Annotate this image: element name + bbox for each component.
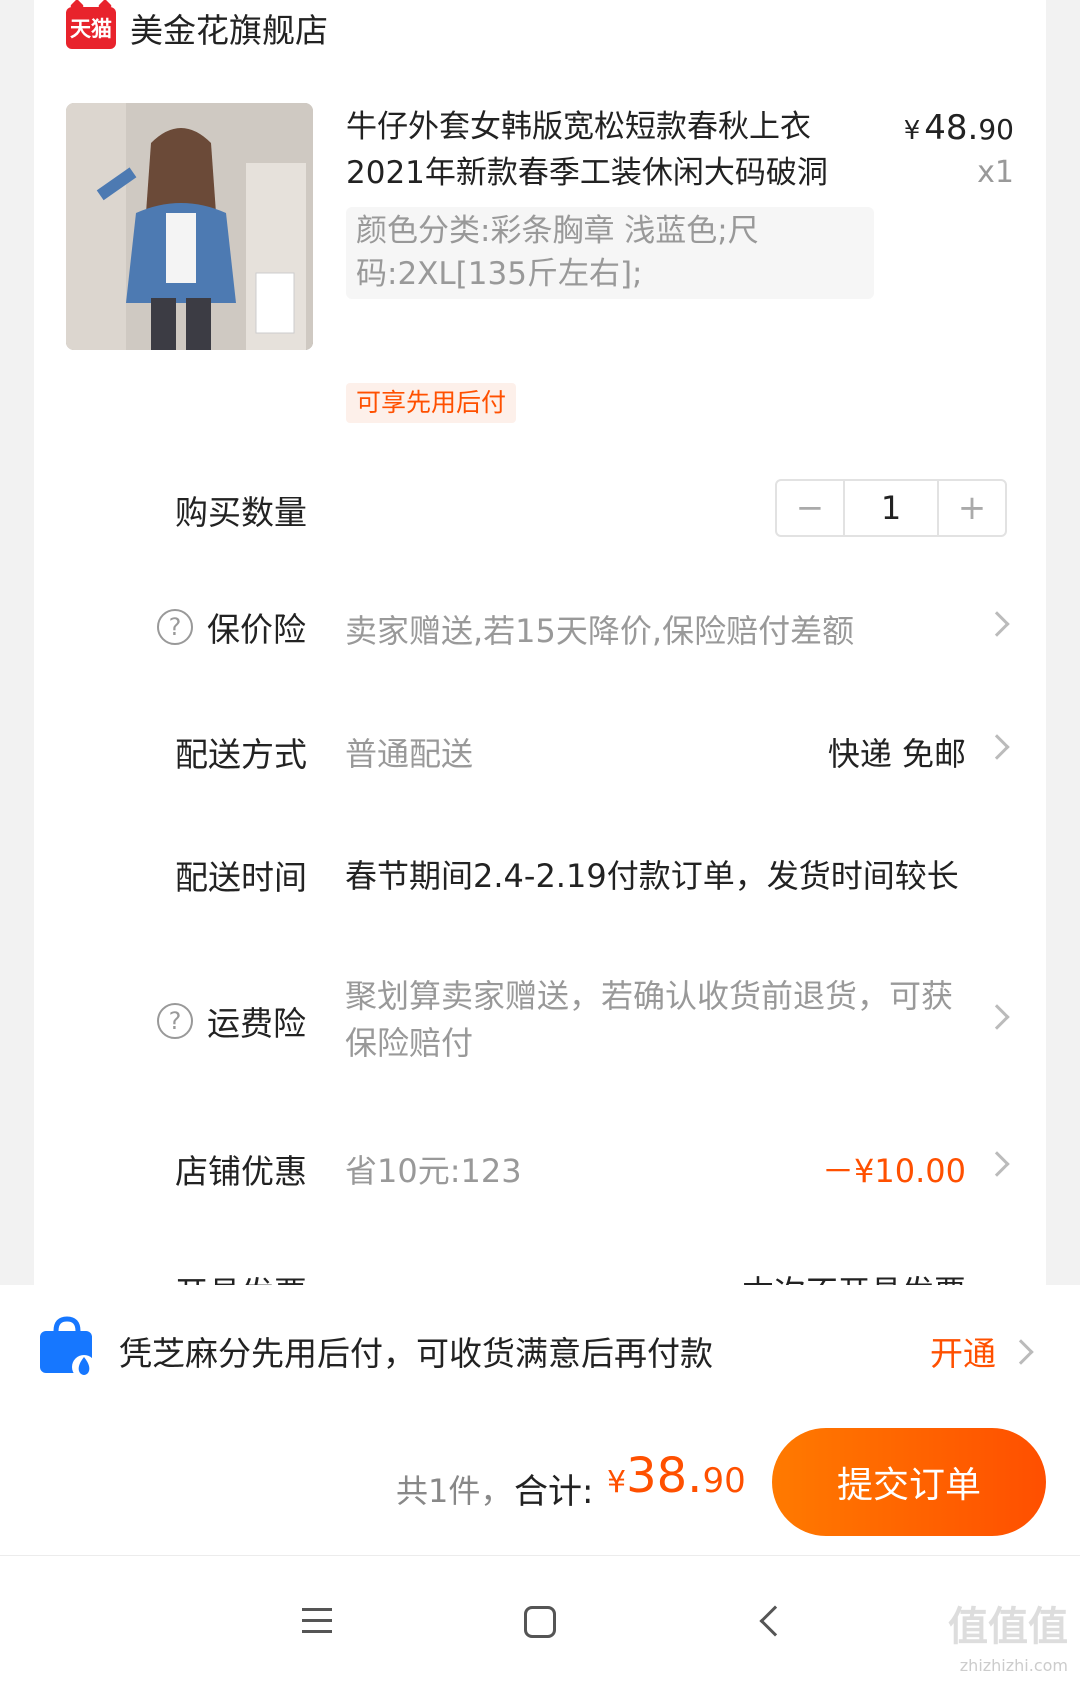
shop-header[interactable]: 天猫 美金花旗舰店 bbox=[66, 6, 328, 50]
delivery-time-value: 春节期间2.4-2.19付款订单，发货时间较长 bbox=[345, 857, 959, 895]
shopping-bag-icon bbox=[40, 1316, 96, 1379]
system-nav-bar: 值值值 zhizhizhi.com bbox=[0, 1556, 1080, 1687]
menu-icon[interactable] bbox=[302, 1608, 332, 1634]
activate-link[interactable]: 开通 bbox=[930, 1327, 996, 1375]
delivery-time-label: 配送时间 bbox=[175, 858, 307, 897]
tmall-logo: 天猫 bbox=[66, 7, 116, 49]
product-image[interactable] bbox=[66, 103, 313, 350]
quantity-stepper[interactable]: − 1 + bbox=[775, 479, 1007, 537]
help-icon[interactable]: ? bbox=[157, 1003, 193, 1039]
submit-order-button[interactable]: 提交订单 bbox=[772, 1428, 1046, 1536]
product-photo-illustration bbox=[66, 103, 313, 350]
shipping-insurance-value[interactable]: 聚划算卖家赠送，若确认收货前退货，可获保险赔付 bbox=[345, 973, 955, 1067]
price-decimal: 90 bbox=[978, 113, 1014, 146]
price-integer: 48. bbox=[924, 108, 979, 148]
chevron-right-icon[interactable] bbox=[1008, 1339, 1034, 1365]
back-icon[interactable] bbox=[759, 1605, 791, 1637]
product-price: ¥48.90 bbox=[904, 108, 1014, 148]
minus-button[interactable]: − bbox=[777, 481, 843, 535]
quantity-value[interactable]: 1 bbox=[843, 481, 939, 535]
item-count: 共1件， bbox=[396, 1472, 513, 1510]
watermark-url: zhizhizhi.com bbox=[959, 1656, 1068, 1675]
delivery-method-label: 配送方式 bbox=[175, 735, 307, 774]
price-currency: ¥ bbox=[903, 116, 921, 146]
shop-discount-value[interactable]: 省10元:123 bbox=[345, 1146, 522, 1192]
quantity-label: 购买数量 bbox=[175, 493, 307, 532]
watermark-logo: 值值值 bbox=[948, 1604, 1068, 1650]
plus-button[interactable]: + bbox=[939, 481, 1005, 535]
shipping-insurance-label: 运费险 bbox=[207, 1004, 306, 1043]
product-quantity: x1 bbox=[977, 155, 1014, 190]
bnpl-bar[interactable]: 凭芝麻分先用后付，可收货满意后再付款 开通 bbox=[0, 1285, 1080, 1410]
shop-discount-amount[interactable]: －¥10.00 bbox=[822, 1146, 966, 1192]
product-title[interactable]: 牛仔外套女韩版宽松短款春秋上衣2021年新款春季工装休闲大码破洞 bbox=[346, 104, 876, 196]
home-icon[interactable] bbox=[524, 1606, 556, 1638]
shipping-insurance-label-group[interactable]: ? 运费险 bbox=[157, 997, 306, 1045]
price-protection-value[interactable]: 卖家赠送,若15天降价,保险赔付差额 bbox=[345, 606, 854, 652]
total-label: 合计: bbox=[514, 1472, 594, 1512]
shop-discount-label: 店铺优惠 bbox=[175, 1152, 307, 1191]
delivery-method-value[interactable]: 普通配送 bbox=[345, 729, 473, 775]
bnpl-text: 凭芝麻分先用后付，可收货满意后再付款 bbox=[119, 1334, 713, 1373]
price-protection-label-group[interactable]: ? 保价险 bbox=[157, 603, 306, 651]
shop-name: 美金花旗舰店 bbox=[130, 11, 328, 50]
order-summary-bar: 共1件， 合计: ¥38.90 提交订单 bbox=[0, 1410, 1080, 1556]
total-price: ¥38.90 bbox=[607, 1448, 746, 1504]
total-integer: 38. bbox=[626, 1448, 703, 1504]
total-decimal: 90 bbox=[702, 1461, 746, 1501]
price-protection-label: 保价险 bbox=[207, 610, 306, 649]
sku-info[interactable]: 颜色分类:彩条胸章 浅蓝色;尺码:2XL[135斤左右]; bbox=[346, 207, 874, 299]
help-icon[interactable]: ? bbox=[157, 609, 193, 645]
total-currency: ¥ bbox=[607, 1465, 627, 1500]
bnpl-tag: 可享先用后付 bbox=[346, 383, 517, 423]
delivery-method-right[interactable]: 快递 免邮 bbox=[828, 729, 966, 775]
